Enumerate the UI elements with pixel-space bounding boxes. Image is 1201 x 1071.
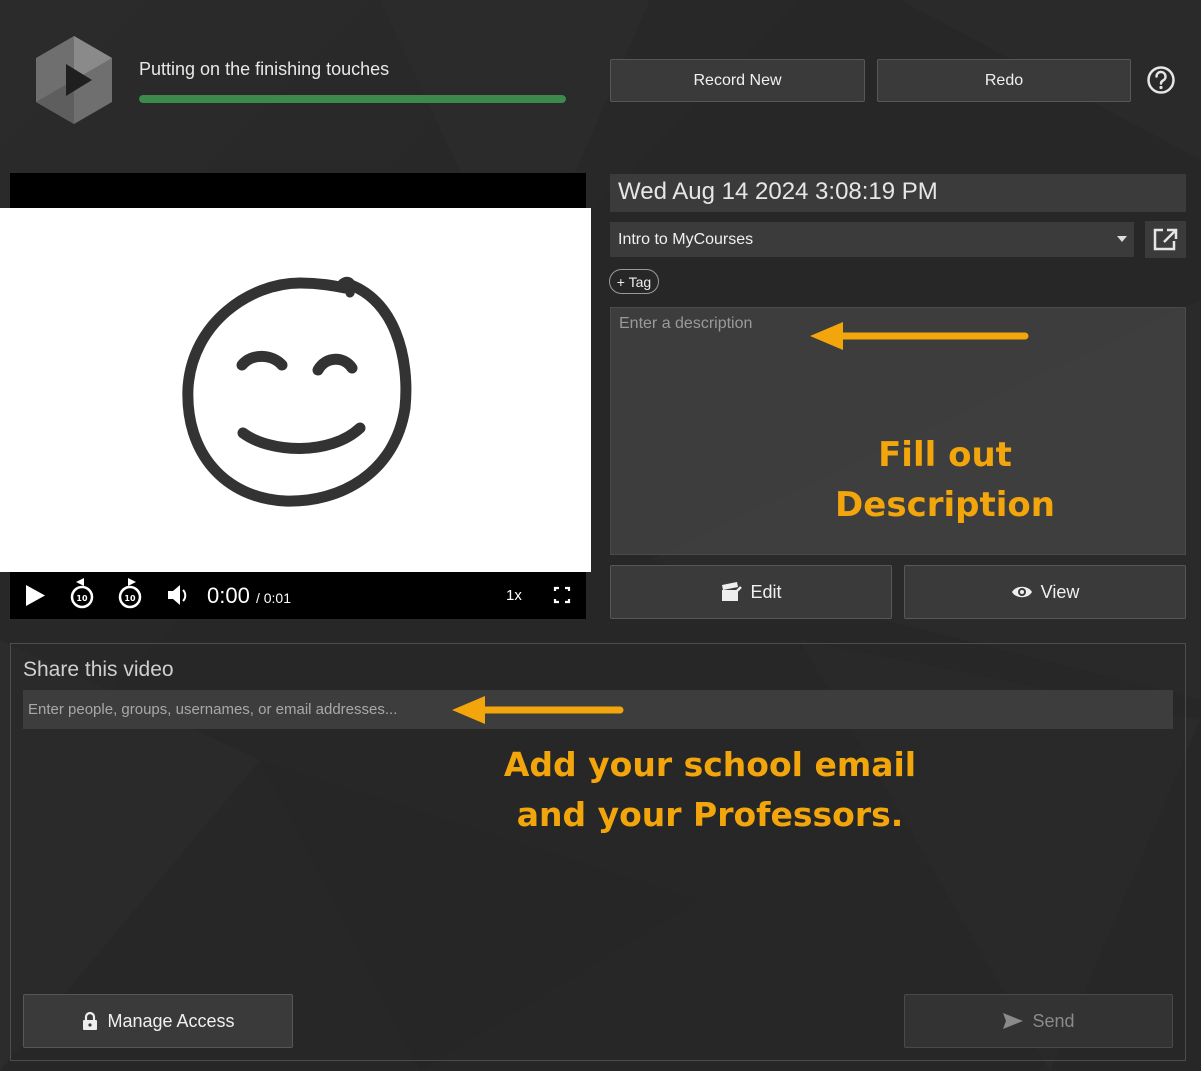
chevron-down-icon[interactable] (1117, 236, 1127, 242)
arrow-left-icon (452, 696, 624, 724)
duration: / 0:01 (255, 590, 291, 606)
description-annotation: Fill out Description (810, 430, 1080, 530)
progress-bar-fill (139, 95, 566, 103)
send-button-label: Send (1032, 1010, 1075, 1031)
progress-status-text: Putting on the finishing touches (139, 59, 390, 79)
folder-select[interactable]: Intro to MyCourses (610, 222, 1134, 257)
video-title-input[interactable]: Wed Aug 14 2024 3:08:19 PM (610, 174, 1186, 212)
open-folder-button[interactable] (1145, 221, 1186, 258)
edit-button[interactable]: Edit (610, 565, 892, 619)
description-annotation-line2: Description (835, 485, 1055, 525)
share-annotation-line2: and your Professors. (516, 795, 904, 834)
player-controls: 10 10 (26, 578, 571, 609)
rewind-10-icon[interactable]: 10 (70, 578, 94, 609)
video-thumbnail[interactable] (0, 208, 591, 572)
volume-icon[interactable] (168, 585, 187, 605)
lock-icon (83, 1011, 98, 1030)
forward-10-icon[interactable]: 10 (118, 578, 142, 609)
edit-button-label: Edit (750, 581, 782, 602)
description-annotation-line1: Fill out (878, 435, 1012, 475)
app-logo-icon (36, 36, 112, 124)
fullscreen-icon[interactable] (553, 586, 571, 604)
svg-text:10: 10 (124, 594, 136, 603)
arrow-left-icon (810, 322, 1029, 350)
open-external-icon (1153, 228, 1178, 251)
view-button[interactable]: View (904, 565, 1186, 619)
send-button[interactable]: Send (904, 994, 1173, 1048)
eye-icon (1011, 586, 1032, 598)
share-annotation: Add your school email and your Professor… (470, 740, 950, 840)
smiley-face-image (182, 276, 412, 507)
playback-time: 0:00 / 0:01 (207, 583, 291, 609)
share-annotation-line1: Add your school email (503, 745, 917, 784)
share-title: Share this video (23, 658, 174, 681)
manage-access-label: Manage Access (107, 1010, 235, 1031)
svg-text:10: 10 (76, 594, 88, 603)
clapperboard-icon (722, 582, 743, 601)
play-icon[interactable] (26, 585, 45, 606)
recorder-page: Putting on the finishing touches Record … (0, 0, 1201, 1071)
playback-speed-button[interactable]: 1x (506, 587, 522, 604)
view-button-label: View (1040, 581, 1080, 602)
manage-access-button[interactable]: Manage Access (23, 994, 293, 1048)
help-icon[interactable] (1146, 65, 1176, 95)
add-tag-button[interactable]: + Tag (609, 269, 659, 294)
send-icon (1003, 1013, 1024, 1029)
redo-button[interactable]: Redo (877, 59, 1131, 102)
record-new-button[interactable]: Record New (610, 59, 865, 102)
current-time: 0:00 (207, 583, 250, 608)
progress-bar (139, 95, 566, 103)
